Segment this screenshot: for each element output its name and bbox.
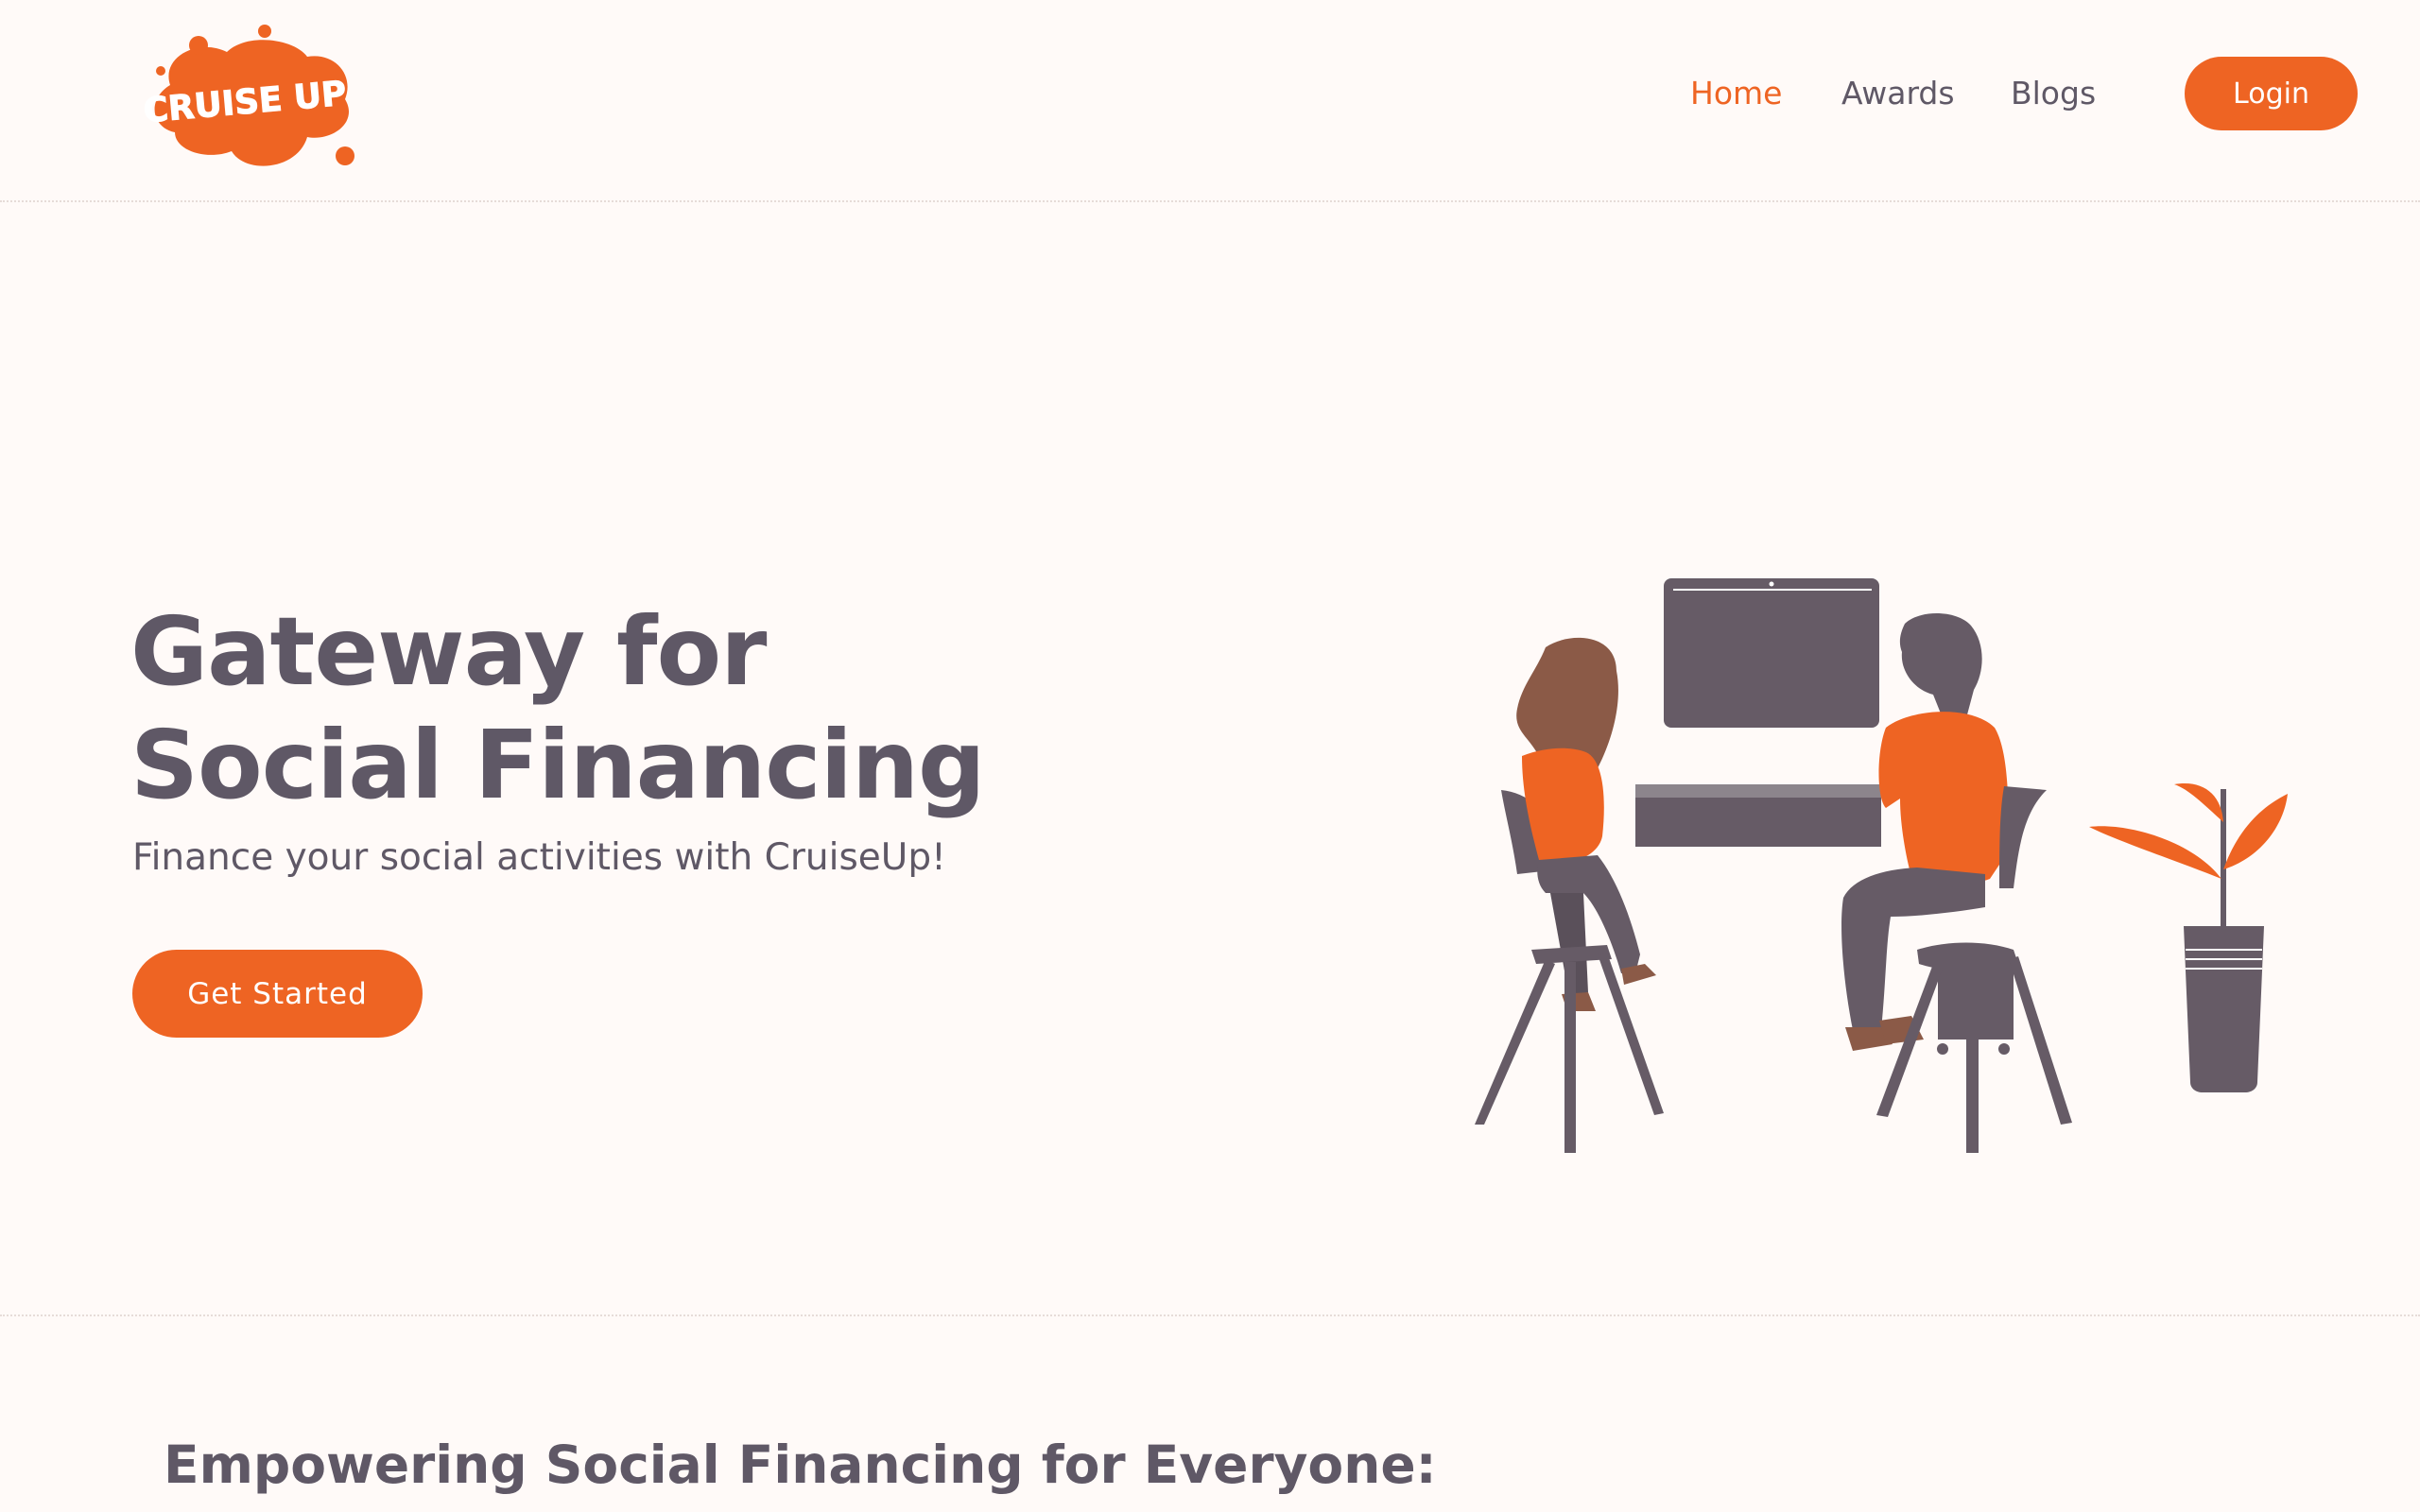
section-divider xyxy=(0,1314,2420,1316)
nav-home-link[interactable]: Home xyxy=(1690,72,1782,115)
site-header: CRUISE UP Home Awards Blogs Login xyxy=(0,0,2420,202)
hero-title: Gateway for Social Financing xyxy=(130,596,986,820)
hero-subtitle: Finance your social activities with Crui… xyxy=(132,836,946,879)
login-button[interactable]: Login xyxy=(2185,57,2358,130)
cruiseup-logo[interactable]: CRUISE UP xyxy=(132,19,359,180)
logo-splash-icon: CRUISE UP xyxy=(141,25,354,166)
nav-blogs-link[interactable]: Blogs xyxy=(2011,72,2096,115)
people-at-computer-icon xyxy=(1475,578,2288,1153)
hero-illustration xyxy=(1456,567,2307,1172)
section-title: Empowering Social Financing for Everyone… xyxy=(164,1435,1437,1495)
get-started-button[interactable]: Get Started xyxy=(132,950,423,1038)
nav-awards-link[interactable]: Awards xyxy=(1841,72,1955,115)
